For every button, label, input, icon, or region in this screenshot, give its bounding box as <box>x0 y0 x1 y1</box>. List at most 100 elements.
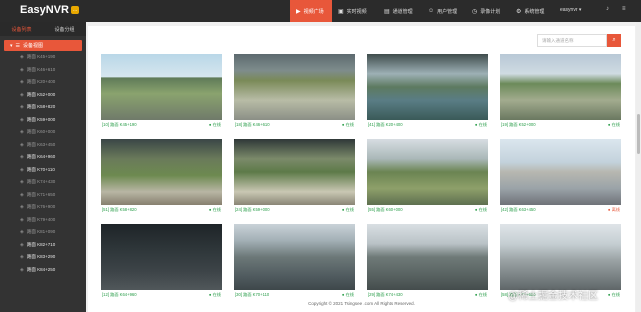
video-snapshot[interactable] <box>500 54 621 120</box>
nav-record-plan[interactable]: ◷ 录像计划 <box>472 0 512 22</box>
app-logo[interactable]: EasyNVR <box>20 4 69 16</box>
camera-label: 路面 K70+110 <box>26 166 55 172</box>
video-tile[interactable]: [29] 路面 K74+430 ● 在线 <box>367 224 488 301</box>
tile-caption: [55] 路面 K60+000 <box>368 207 403 212</box>
status-badge: ● 在线 <box>208 122 221 127</box>
sidebar-camera-item[interactable]: ◈ 路面 K82+710 <box>0 239 86 252</box>
camera-label: 路面 K20+400 <box>26 79 56 85</box>
sidebar-camera-item[interactable]: ◈ 路面 K58+820 <box>0 101 86 114</box>
nav-label: 系统管理 <box>524 8 545 15</box>
sidebar-camera-item[interactable]: ◈ 路面 K83+290 <box>0 251 86 264</box>
video-tile[interactable]: [42] 路面 K63+450 ● 离线 <box>500 139 621 216</box>
group-label: 设备视图 <box>23 43 44 49</box>
video-snapshot[interactable] <box>101 54 222 120</box>
camera-icon: ◈ <box>20 116 24 123</box>
menu-icon[interactable]: ≡ <box>622 6 626 12</box>
camera-icon: ◈ <box>20 166 24 173</box>
video-tile[interactable]: [30] 路面 K70+110 ● 在线 <box>234 224 355 301</box>
scrollbar-thumb[interactable] <box>637 114 640 154</box>
status-badge: ● 在线 <box>607 122 620 127</box>
sidebar-camera-item[interactable]: ◈ 路面 K84+250 <box>0 264 86 277</box>
tab-device-list[interactable]: 设备列表 <box>0 22 43 36</box>
sidebar-camera-item[interactable]: ◈ 路面 K60+000 <box>0 126 86 139</box>
watermark: @稀土掘金技术社区 <box>508 291 599 302</box>
nav-live-video[interactable]: ▣ 实时视频 <box>338 0 378 22</box>
camera-label: 路面 K71+650 <box>26 191 56 197</box>
search-input[interactable]: 请输入通道名称 <box>537 34 607 47</box>
video-tile[interactable]: [41] 路面 K20+400 ● 在线 <box>367 54 488 131</box>
gear-icon: ⚙ <box>516 8 522 15</box>
video-tile[interactable]: [51] 路面 K58+820 ● 在线 <box>101 139 222 216</box>
video-snapshot[interactable] <box>234 139 355 205</box>
camera-icon: ◈ <box>20 204 24 211</box>
camera-icon: ◈ <box>20 66 24 73</box>
video-snapshot[interactable] <box>500 139 621 205</box>
camera-label: 路面 K58+820 <box>26 104 56 110</box>
sidebar-camera-item[interactable]: ◈ 路面 K70+110 <box>0 164 86 177</box>
nav-user-manage[interactable]: ☺ 用户管理 <box>428 0 468 22</box>
video-snapshot[interactable] <box>367 139 488 205</box>
camera-label: 路面 K82+710 <box>26 241 56 247</box>
video-tile[interactable]: [19] 路面 K52+000 ● 在线 <box>500 54 621 131</box>
sidebar-tabs: 设备列表 设备分组 <box>0 22 86 36</box>
video-snapshot[interactable] <box>367 54 488 120</box>
sidebar-camera-item[interactable]: ◈ 路面 K63+450 <box>0 139 86 152</box>
device-group-header[interactable]: ▾ ☰ 设备视图 <box>4 40 82 51</box>
nav-channel-manage[interactable]: ▤ 通道管理 <box>384 0 424 22</box>
nav-label: 实时视频 <box>346 8 367 15</box>
status-badge: ● 在线 <box>474 292 487 297</box>
video-snapshot[interactable] <box>234 224 355 290</box>
list-icon: ☰ <box>15 42 20 49</box>
status-badge: ● 在线 <box>607 292 620 297</box>
camera-icon: ◈ <box>20 229 24 236</box>
nav-video-square[interactable]: ▶ 视频广场 <box>290 0 332 22</box>
video-snapshot[interactable] <box>500 224 621 290</box>
tile-caption: [24] 路面 K59+000 <box>235 207 270 212</box>
camera-icon: ◈ <box>20 91 24 98</box>
status-badge: ● 离线 <box>607 207 620 212</box>
camera-icon: ◈ <box>20 104 24 111</box>
user-menu[interactable]: easynvr ▾ <box>560 7 581 13</box>
sidebar-camera-item[interactable]: ◈ 路面 K64+960 <box>0 151 86 164</box>
sidebar-camera-item[interactable]: ◈ 路面 K52+000 <box>0 89 86 102</box>
video-snapshot[interactable] <box>101 224 222 290</box>
chevron-down-icon: ▾ <box>10 42 13 49</box>
search-button[interactable]: ⌕ <box>607 34 621 47</box>
status-badge: ● 在线 <box>341 207 354 212</box>
channel-icon: ▤ <box>384 8 390 15</box>
video-tile[interactable]: [12] 路面 K64+960 ● 在线 <box>101 224 222 301</box>
bell-icon[interactable]: ♪ <box>606 6 609 12</box>
camera-label: 路面 K84+250 <box>26 266 56 272</box>
video-snapshot[interactable] <box>234 54 355 120</box>
sidebar-camera-item[interactable]: ◈ 路面 K76+900 <box>0 201 86 214</box>
nav-system-manage[interactable]: ⚙ 系统管理 <box>516 0 556 22</box>
sidebar-camera-item[interactable]: ◈ 路面 K20+400 <box>0 76 86 89</box>
status-badge: ● 在线 <box>208 207 221 212</box>
top-navbar: EasyNVR ... ▶ 视频广场 ▣ 实时视频 ▤ 通道管理 ☺ 用户管理 … <box>0 0 641 22</box>
video-snapshot[interactable] <box>101 139 222 205</box>
camera-icon: ◈ <box>20 154 24 161</box>
tab-device-group[interactable]: 设备分组 <box>43 22 86 36</box>
video-tile[interactable]: [55] 路面 K60+000 ● 在线 <box>367 139 488 216</box>
sidebar-camera-item[interactable]: ◈ 路面 K81+090 <box>0 226 86 239</box>
camera-label: 路面 K63+450 <box>26 141 56 147</box>
sidebar-camera-item[interactable]: ◈ 路面 K74+430 <box>0 176 86 189</box>
camera-icon: ◈ <box>20 179 24 186</box>
scrollbar[interactable] <box>636 22 641 312</box>
sidebar-camera-item[interactable]: ◈ 路面 K45+190 <box>0 51 86 64</box>
video-snapshot[interactable] <box>367 224 488 290</box>
camera-icon: ◈ <box>20 254 24 261</box>
video-tile[interactable]: [10] 路面 K45+190 ● 在线 <box>101 54 222 131</box>
sidebar-camera-item[interactable]: ◈ 路面 K59+000 <box>0 114 86 127</box>
tile-caption: [29] 路面 K74+430 <box>368 292 403 297</box>
video-tile[interactable]: [18] 路面 K46+610 ● 在线 <box>234 54 355 131</box>
clock-icon: ◷ <box>472 8 478 15</box>
sidebar-camera-item[interactable]: ◈ 路面 K71+650 <box>0 189 86 202</box>
sidebar-camera-item[interactable]: ◈ 路面 K46+610 <box>0 64 86 77</box>
video-tile[interactable]: [24] 路面 K59+000 ● 在线 <box>234 139 355 216</box>
sidebar: 设备列表 设备分组 ▾ ☰ 设备视图 ◈ 路面 K45+190 ◈ 路面 K46+61… <box>0 22 86 312</box>
status-badge: ● 在线 <box>474 207 487 212</box>
tile-caption: [12] 路面 K64+960 <box>102 292 137 297</box>
version-badge: ... <box>71 6 80 14</box>
sidebar-camera-item[interactable]: ◈ 路面 K79+400 <box>0 214 86 227</box>
